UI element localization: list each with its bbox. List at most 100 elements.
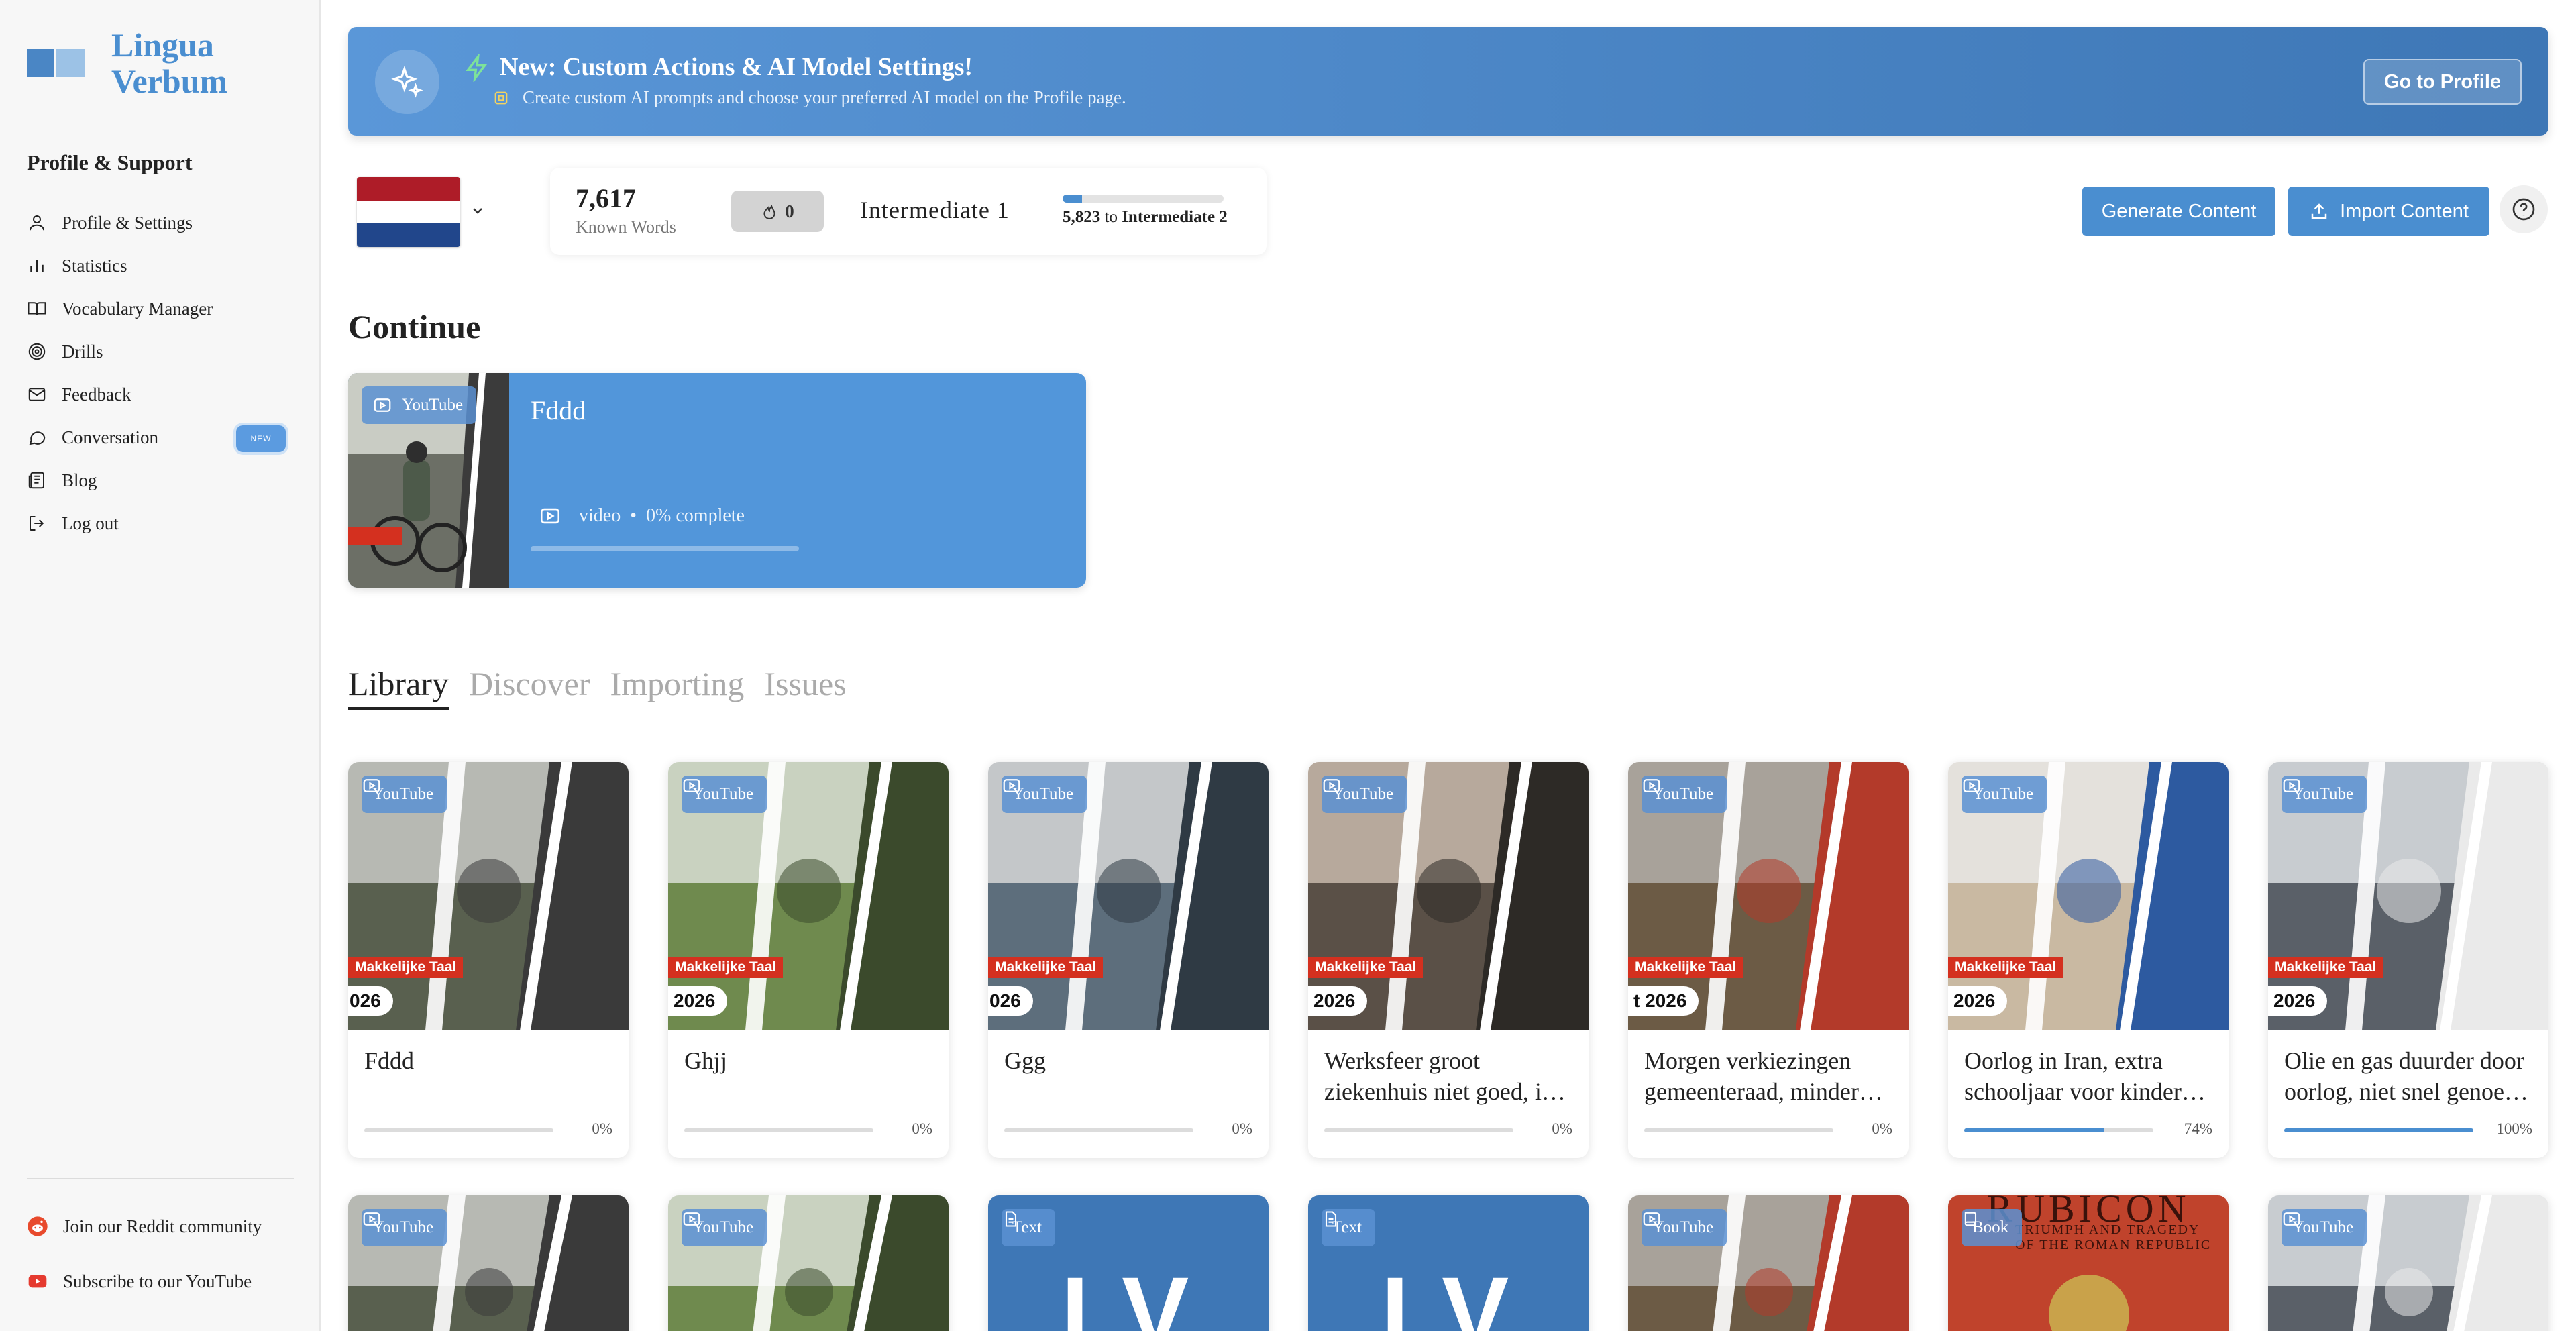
library-card[interactable]: YouTube	[668, 1195, 949, 1331]
sidebar-heading: Profile & Support	[27, 150, 193, 174]
source-badge: YouTube	[2282, 1209, 2367, 1246]
continue-title: Fddd	[531, 395, 586, 425]
sidebar-item-statistics[interactable]: Statistics	[27, 244, 295, 287]
reddit-link[interactable]: Join our Reddit community	[27, 1216, 309, 1237]
sidebar-item-logout[interactable]: Log out	[27, 502, 295, 545]
source-badge: YouTube	[362, 386, 477, 424]
language-flag[interactable]	[357, 177, 460, 247]
lightning-icon	[466, 54, 487, 82]
video-icon	[2283, 1212, 2300, 1226]
source-badge: YouTube	[1642, 776, 1727, 813]
sidebar-nav: Profile & Settings Statistics Vocabulary…	[27, 201, 295, 545]
book-cover-subtitle: TRIUMPH AND TRAGEDY OF THE ROMAN REPUBLI…	[2015, 1222, 2212, 1253]
library-card[interactable]: YouTube	[2268, 1195, 2548, 1331]
sidebar-item-profile-settings[interactable]: Profile & Settings	[27, 201, 295, 244]
sidebar-item-vocabulary-manager[interactable]: Vocabulary Manager	[27, 287, 295, 330]
tab-library[interactable]: Library	[348, 664, 449, 710]
flame-icon	[763, 205, 775, 219]
video-icon	[683, 1212, 700, 1226]
video-icon	[363, 779, 380, 792]
sidebar-item-label: Blog	[62, 470, 97, 490]
tab-importing[interactable]: Importing	[610, 664, 744, 710]
card-title: Ggg	[1004, 1047, 1046, 1074]
banner-subtitle: Create custom AI prompts and choose your…	[492, 87, 1126, 108]
library-card[interactable]: LV Text	[988, 1195, 1269, 1331]
card-thumbnail: YouTube Makkelijke Taal 2026	[1948, 762, 2229, 1030]
year-tag: 026	[988, 986, 1033, 1016]
library-card[interactable]: YouTube	[1628, 1195, 1909, 1331]
sidebar-item-label: Conversation	[62, 427, 158, 447]
sidebar-item-label: Profile & Settings	[62, 212, 193, 233]
sidebar-item-feedback[interactable]: Feedback	[27, 373, 295, 416]
lingua-verbum-logo: LV	[1381, 1256, 1516, 1331]
card-progress-bar	[1644, 1128, 1833, 1132]
tab-issues[interactable]: Issues	[764, 664, 846, 710]
card-progress-bar	[1324, 1128, 1513, 1132]
source-badge: Book	[1962, 1209, 2023, 1246]
library-card[interactable]: YouTube Makkelijke Taal 2026 Ghjj 0%	[668, 762, 949, 1158]
tab-discover[interactable]: Discover	[469, 664, 590, 710]
card-progress-bar	[364, 1128, 553, 1132]
sparkle-icon	[375, 50, 439, 114]
library-card[interactable]: YouTube Makkelijke Taal 2026 Werksfeer groo…	[1308, 762, 1589, 1158]
library-card[interactable]: RUBICON TRIUMPH AND TRAGEDY OF THE ROMAN …	[1948, 1195, 2229, 1331]
makkelijke-taal-tag: Makkelijke Taal	[1308, 957, 1424, 978]
source-badge: YouTube	[1962, 776, 2047, 813]
youtube-icon	[28, 1275, 47, 1288]
makkelijke-taal-tag: Makkelijke Taal	[988, 957, 1104, 978]
streak-badge[interactable]: 0	[731, 191, 824, 232]
video-icon	[1643, 779, 1660, 792]
library-card[interactable]: YouTube Makkelijke Taal 2026 Olie en gas du…	[2268, 762, 2548, 1158]
help-button[interactable]	[2500, 185, 2548, 233]
sidebar-item-blog[interactable]: Blog	[27, 459, 295, 502]
sidebar-item-conversation[interactable]: Conversation NEW	[27, 416, 295, 459]
go-to-profile-button[interactable]: Go to Profile	[2363, 59, 2522, 105]
library-card[interactable]: YouTube Makkelijke Taal 026 Fddd 0%	[348, 762, 629, 1158]
chevron-down-icon[interactable]	[470, 203, 486, 219]
sidebar-item-label: Log out	[62, 513, 119, 533]
library-card[interactable]: YouTube	[348, 1195, 629, 1331]
year-tag: t 2026	[1628, 986, 1699, 1016]
document-icon	[1005, 1211, 1017, 1227]
library-card[interactable]: YouTube Makkelijke Taal t 2026 Morgen verki…	[1628, 762, 1909, 1158]
brand-name: Lingua Verbum	[111, 26, 228, 100]
bar-chart-icon	[30, 260, 44, 272]
card-title: Ghjj	[684, 1047, 728, 1074]
source-badge: Text	[1322, 1209, 1376, 1246]
library-card[interactable]: YouTube Makkelijke Taal 026 Ggg 0%	[988, 762, 1269, 1158]
year-tag: 2026	[2268, 986, 2328, 1016]
library-card[interactable]: LV Text	[1308, 1195, 1589, 1331]
sidebar-item-drills[interactable]: Drills	[27, 330, 295, 373]
video-icon	[374, 398, 391, 412]
generate-content-button[interactable]: Generate Content	[2082, 187, 2275, 236]
banner-title: New: Custom Actions & AI Model Settings!	[500, 53, 973, 81]
known-words-label: Known Words	[576, 217, 676, 237]
cpu-icon	[494, 91, 508, 104]
upload-icon	[2311, 203, 2327, 219]
card-thumbnail: YouTube	[1628, 1195, 1909, 1331]
video-icon	[540, 508, 560, 524]
card-progress-bar	[684, 1128, 873, 1132]
sidebar-item-label: Feedback	[62, 384, 131, 405]
youtube-link[interactable]: Subscribe to our YouTube	[27, 1271, 309, 1292]
video-icon	[1643, 1212, 1660, 1226]
logo-mark-icon	[27, 49, 85, 77]
new-badge: NEW	[236, 425, 286, 452]
card-progress-bar	[2284, 1128, 2473, 1132]
card-thumbnail: LV Text	[1308, 1195, 1589, 1331]
card-progress-percent: 0%	[912, 1120, 932, 1137]
import-content-button[interactable]: Import Content	[2288, 187, 2489, 236]
continue-card[interactable]: YouTube Fddd video • 0% complete	[348, 373, 1086, 588]
card-progress-bar	[1004, 1128, 1193, 1132]
next-level-info: 5,823 to Intermediate 2	[1063, 208, 1228, 226]
source-badge: YouTube	[1002, 776, 1087, 813]
document-icon	[1325, 1211, 1337, 1227]
sidebar-divider	[27, 1178, 294, 1179]
library-card[interactable]: YouTube Makkelijke Taal 2026 Oorlog in Iran…	[1948, 762, 2229, 1158]
makkelijke-taal-tag: Makkelijke Taal	[1628, 957, 1743, 978]
brand-logo[interactable]: Lingua Verbum	[27, 27, 227, 99]
reddit-icon	[28, 1216, 48, 1236]
sidebar: Lingua Verbum Profile & Support Profile …	[0, 0, 321, 1331]
source-badge: YouTube	[362, 776, 447, 813]
book-icon	[28, 302, 46, 316]
